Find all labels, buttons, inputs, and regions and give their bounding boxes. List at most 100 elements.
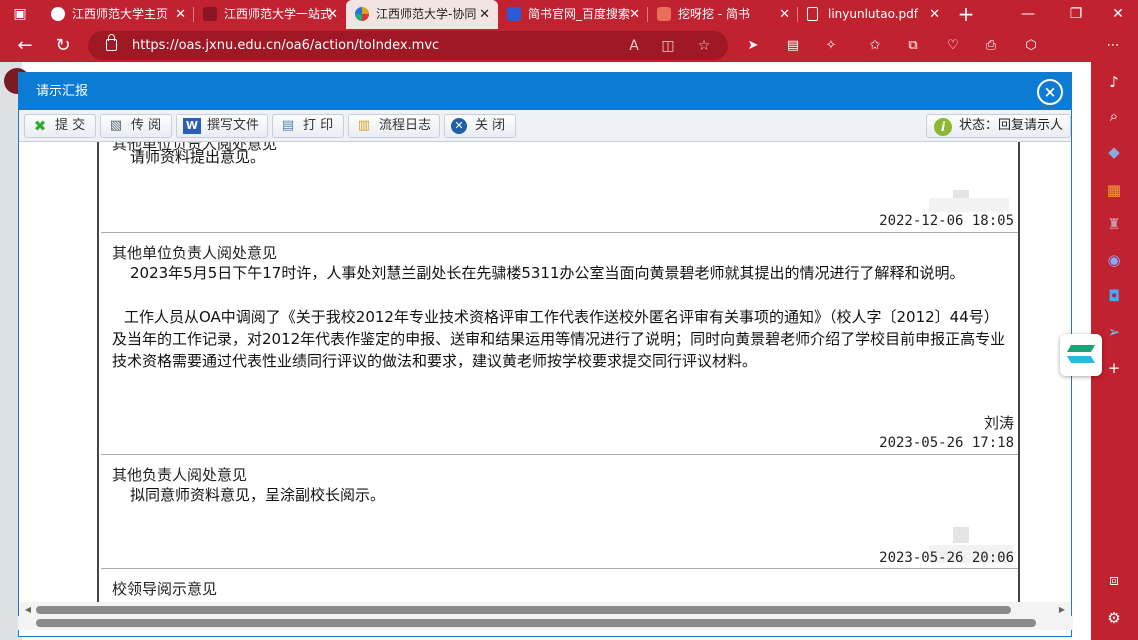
- close-circle-icon: ✕: [451, 118, 467, 134]
- circulate-label: 传 阅: [131, 118, 162, 133]
- write-document-label: 撰写文件: [207, 118, 260, 133]
- address-toolbar: ← ↻ https://oas.jxnu.edu.cn/oa6/action/t…: [0, 29, 1138, 85]
- page-horizontal-scrollbar[interactable]: [18, 616, 1073, 630]
- opinion-title: 其他负责人阅处意见: [112, 466, 248, 484]
- tab-baidu-search[interactable]: 简书官网_百度搜索 ✕: [498, 0, 648, 29]
- close-tab-icon[interactable]: ✕: [929, 0, 940, 29]
- submit-button[interactable]: ✖ 提 交: [24, 114, 96, 138]
- tag-icon[interactable]: ◆: [1104, 142, 1124, 162]
- reader-extension-icon[interactable]: ▤: [784, 37, 802, 55]
- opinion-section: 其他负责人阅处意见 拟同意师资料意见，呈涂副校长阅示。 2023-05-26 2…: [101, 455, 1018, 569]
- extensions-puzzle-icon[interactable]: ✧: [822, 37, 840, 55]
- close-tab-icon[interactable]: ✕: [629, 0, 640, 29]
- url-text[interactable]: https://oas.jxnu.edu.cn/oa6/action/toInd…: [132, 31, 439, 60]
- status-indicator: i 状态：回复请示人: [926, 114, 1071, 138]
- opinion-text: 请师资料提出意见。: [130, 148, 266, 166]
- tab-jianshu[interactable]: 挖呀挖 - 简书 ✕: [648, 0, 798, 29]
- restore-icon[interactable]: ❐: [1056, 0, 1096, 29]
- opinion-text: 2023年5月5日下午17时许，人事处刘慧兰副处长在先骕楼5311办公室当面向黄…: [130, 264, 965, 282]
- opinion-title: 其他单位负责人阅处意见: [112, 244, 278, 262]
- add-sidebar-app-icon[interactable]: +: [1104, 358, 1124, 378]
- status-text: 状态：回复请示人: [959, 118, 1064, 133]
- flow-log-button[interactable]: ▥ 流程日志: [348, 114, 440, 138]
- notification-bell-icon[interactable]: ♪: [1104, 72, 1124, 92]
- report-dialog: 请示汇报 × ✖ 提 交 ▧ 传 阅 W 撰写文件 ▤ 打 印 ▥ 流程日志 ✕…: [18, 72, 1072, 637]
- close-tab-icon[interactable]: ✕: [327, 0, 338, 29]
- tab-jxnu-oa[interactable]: 江西师范大学-协同 ✕: [346, 0, 498, 29]
- opinion-list[interactable]: 其他单位负责人阅处意见 请师资料提出意见。 2022-12-06 18:05 其…: [19, 142, 1071, 602]
- redacted-signature: [953, 527, 969, 543]
- favorites-icon[interactable]: ✩: [866, 37, 884, 55]
- scrollbar-thumb[interactable]: [36, 606, 1011, 614]
- browser-essentials-icon[interactable]: ♡: [944, 37, 962, 55]
- page-scrollbar-thumb[interactable]: [36, 619, 1036, 627]
- split-screen-icon[interactable]: ◫: [658, 36, 678, 56]
- tab-title: 挖呀挖 - 简书: [678, 7, 750, 21]
- favorite-star-icon[interactable]: ☆: [694, 36, 714, 56]
- copilot-sidebar-icon[interactable]: ◉: [1104, 250, 1124, 270]
- opinion-date: 2023-05-26 20:06: [879, 550, 1014, 566]
- browser-tab-strip: ▣ 江西师范大学主页 ✕ 江西师范大学一站式 ✕ 江西师范大学-协同 ✕ 简书官…: [0, 0, 1138, 29]
- bar-chart-icon: ▥: [357, 118, 371, 133]
- minimize-icon[interactable]: —: [1008, 0, 1048, 29]
- redacted-signature: [929, 198, 1009, 212]
- opinion-section: 其他单位负责人阅处意见 请师资料提出意见。 2022-12-06 18:05: [101, 142, 1018, 233]
- telegram-extension-icon[interactable]: ➤: [744, 37, 762, 55]
- opinion-section: 校领导阅示意见: [101, 569, 1018, 602]
- flow-log-label: 流程日志: [379, 118, 432, 133]
- dialog-close-icon[interactable]: ×: [1037, 79, 1063, 105]
- scroll-right-arrow-icon[interactable]: ▶: [1057, 604, 1067, 616]
- close-button[interactable]: ✕ 关 闭: [444, 114, 516, 138]
- hide-sidebar-icon[interactable]: ⧈: [1104, 570, 1124, 590]
- screenshot-icon[interactable]: ⎙: [982, 37, 1000, 55]
- address-bar[interactable]: https://oas.jxnu.edu.cn/oa6/action/toInd…: [88, 31, 728, 60]
- tab-title: 江西师范大学主页: [72, 7, 169, 21]
- new-tab-button[interactable]: +: [946, 0, 986, 29]
- close-tab-icon[interactable]: ✕: [175, 0, 186, 29]
- document-icon: [807, 7, 818, 21]
- dialog-title: 请示汇报: [36, 84, 89, 99]
- tab-title: 江西师范大学一站式: [224, 7, 333, 21]
- refresh-icon[interactable]: ↻: [50, 33, 76, 59]
- dialog-toolbar: ✖ 提 交 ▧ 传 阅 W 撰写文件 ▤ 打 印 ▥ 流程日志 ✕ 关 闭 i …: [19, 110, 1071, 142]
- jianshu-icon: [657, 7, 671, 21]
- toolbox-icon[interactable]: ▦: [1104, 180, 1124, 200]
- more-menu-icon[interactable]: ⋯: [1104, 37, 1122, 55]
- close-window-icon[interactable]: ✕: [1098, 0, 1138, 29]
- write-document-button[interactable]: W 撰写文件: [176, 114, 268, 138]
- collections-icon[interactable]: ⧉: [904, 37, 922, 55]
- tab-actions-icon[interactable]: ▣: [0, 0, 40, 29]
- close-tab-icon[interactable]: ✕: [779, 0, 790, 29]
- print-label: 打 印: [303, 118, 334, 133]
- submit-icon: ✖: [33, 117, 47, 135]
- tab-pdf[interactable]: linyunlutao.pdf ✕: [798, 0, 948, 29]
- close-tab-icon[interactable]: ✕: [479, 0, 490, 29]
- opinion-date: 2022-12-06 18:05: [879, 213, 1014, 229]
- scroll-left-arrow-icon[interactable]: ◀: [23, 604, 33, 616]
- opinion-text: 工作人员从OA中调阅了《关于我校2012年专业技术资格评审工作代表作送校外匿名评…: [112, 308, 1006, 370]
- opinion-frame: 其他单位负责人阅处意见 请师资料提出意见。 2022-12-06 18:05 其…: [97, 142, 1020, 602]
- opinion-text: 拟同意师资料意见，呈涂副校长阅示。: [130, 486, 386, 504]
- outlook-icon[interactable]: ◘: [1104, 286, 1124, 306]
- circulate-button[interactable]: ▧ 传 阅: [100, 114, 172, 138]
- search-icon[interactable]: ⌕: [1104, 106, 1124, 126]
- jxnu-portal-icon: [203, 7, 217, 21]
- sidebar-settings-gear-icon[interactable]: ⚙: [1104, 608, 1124, 628]
- send-icon[interactable]: ➢: [1104, 322, 1124, 342]
- dialog-titlebar: 请示汇报 ×: [19, 73, 1071, 110]
- tab-title: linyunlutao.pdf: [828, 7, 918, 21]
- submit-label: 提 交: [55, 118, 86, 133]
- opinion-title: 校领导阅示意见: [112, 580, 218, 598]
- print-button[interactable]: ▤ 打 印: [272, 114, 344, 138]
- read-aloud-icon[interactable]: A: [624, 36, 644, 56]
- opinion-date: 2023-05-26 17:18: [879, 435, 1014, 451]
- tab-jxnu-one-stop[interactable]: 江西师范大学一站式 ✕: [194, 0, 346, 29]
- lock-icon: [106, 34, 117, 51]
- printer-icon: ▤: [281, 118, 295, 133]
- games-icon[interactable]: ♜: [1104, 214, 1124, 234]
- copilot-icon[interactable]: ⬡: [1022, 37, 1040, 55]
- tab-jxnu-home[interactable]: 江西师范大学主页 ✕: [42, 0, 194, 29]
- opinion-section: 其他单位负责人阅处意见 2023年5月5日下午17时许，人事处刘慧兰副处长在先骕…: [101, 233, 1018, 455]
- back-arrow-icon[interactable]: ←: [12, 33, 38, 59]
- floating-app-icon[interactable]: [1060, 334, 1102, 376]
